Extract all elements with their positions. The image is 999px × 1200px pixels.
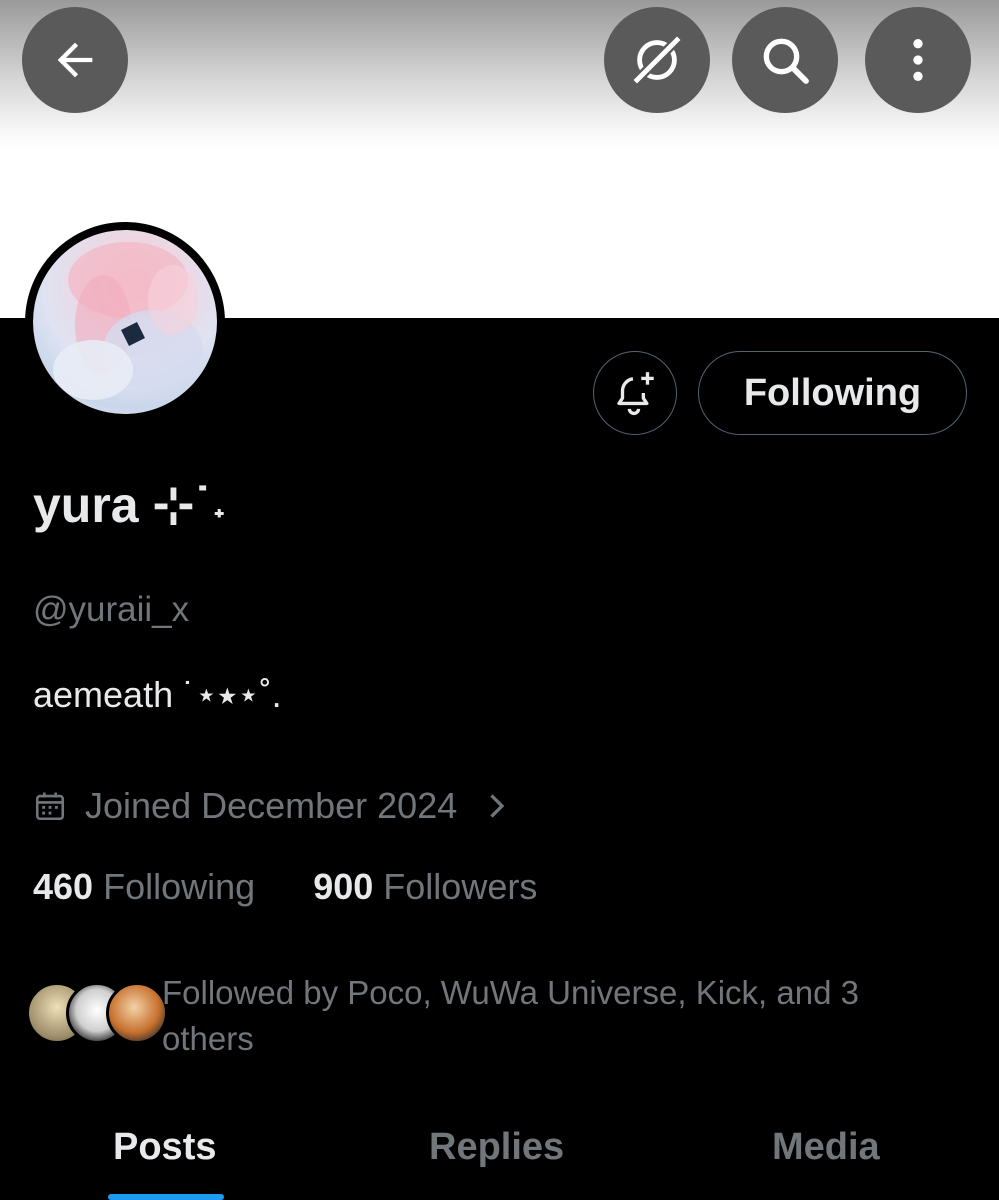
search-button[interactable] <box>732 7 838 113</box>
grok-button[interactable] <box>604 7 710 113</box>
joined-date-text: Joined December 2024 <box>85 785 458 826</box>
followers-link[interactable]: 900 Followers <box>313 866 537 907</box>
following-link[interactable]: 460 Following <box>33 866 255 907</box>
following-count: 460 <box>33 866 94 907</box>
active-tab-indicator <box>108 1194 224 1200</box>
notifications-button[interactable] <box>593 351 677 435</box>
display-name: yura ⊹˙˖ <box>33 477 228 533</box>
more-options-button[interactable] <box>865 7 971 113</box>
back-button[interactable] <box>22 7 128 113</box>
followers-label: Followers <box>383 866 538 907</box>
followed-by-row[interactable]: Followed by Poco, WuWa Universe, Kick, a… <box>26 970 986 1060</box>
more-vertical-icon <box>913 39 923 81</box>
tab-media[interactable]: Media <box>772 1126 880 1169</box>
grok-icon <box>631 34 683 86</box>
calendar-icon <box>35 792 65 821</box>
bell-plus-icon <box>617 372 654 416</box>
arrow-left-icon <box>57 42 93 78</box>
search-icon <box>763 38 809 84</box>
tab-posts[interactable]: Posts <box>113 1126 216 1169</box>
follower-avatar <box>106 982 168 1044</box>
profile-avatar[interactable] <box>25 222 225 422</box>
chevron-right-icon <box>490 794 505 818</box>
followers-count: 900 <box>313 866 374 907</box>
username-handle: @yuraii_x <box>33 590 190 629</box>
following-button[interactable]: Following <box>698 351 967 435</box>
tab-replies[interactable]: Replies <box>429 1126 564 1169</box>
profile-bio: aemeath ˙⋆⭑⋆˚. <box>33 674 282 715</box>
joined-date-row[interactable]: Joined December 2024 <box>33 783 509 829</box>
follow-stats: 460 Following 900 Followers <box>33 866 537 908</box>
followed-by-text: Followed by Poco, WuWa Universe, Kick, a… <box>162 974 859 1057</box>
avatar-image <box>33 230 217 414</box>
following-label: Following <box>103 866 256 907</box>
